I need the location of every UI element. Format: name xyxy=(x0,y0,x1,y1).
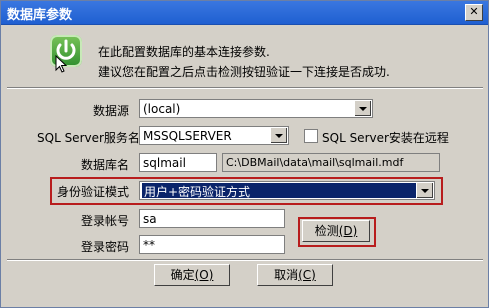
auth-value: 用户+密码验证方式 xyxy=(142,183,416,199)
auth-combo[interactable]: 用户+密码验证方式 xyxy=(139,181,435,200)
cancel-button-label: 取消 xyxy=(274,268,299,282)
close-button[interactable]: ✕ xyxy=(465,4,483,21)
remote-checkbox[interactable] xyxy=(304,129,318,143)
dbpath-value: C:\DBMail\data\mail\sqlmail.mdf xyxy=(226,156,404,169)
cancel-button[interactable]: 取消(C) xyxy=(257,264,333,286)
datasource-value: (local) xyxy=(143,102,181,116)
chevron-down-icon[interactable] xyxy=(416,183,433,198)
service-combo[interactable]: MSSQLSERVER xyxy=(139,126,289,145)
test-button-key: (D) xyxy=(338,224,358,238)
test-button[interactable]: 检测(D) xyxy=(302,220,370,242)
dbname-label: 数据库名 xyxy=(81,158,130,172)
dbname-value: sqlmail xyxy=(143,156,186,170)
ok-button-label: 确定 xyxy=(170,268,195,282)
chevron-down-icon[interactable] xyxy=(354,101,371,116)
mouse-cursor-icon xyxy=(55,55,68,73)
service-label: SQL Server服务名 xyxy=(37,131,140,145)
service-value: MSSQLSERVER xyxy=(143,129,232,143)
dbpath-field: C:\DBMail\data\mail\sqlmail.mdf xyxy=(222,153,440,172)
title-bar[interactable]: 数据库参数 ✕ xyxy=(1,1,488,25)
test-button-label: 检测 xyxy=(314,224,339,238)
header-text-line2: 建议您在配置之后点击检测按钮验证一下连接是否成功. xyxy=(98,65,390,79)
header-separator xyxy=(7,87,483,89)
login-value: sa xyxy=(143,212,157,226)
ok-button-key: (O) xyxy=(194,268,214,282)
remote-label[interactable]: SQL Server安装在远程 xyxy=(322,129,449,146)
login-input[interactable]: sa xyxy=(139,209,285,228)
header-text-line1: 在此配置数据库的基本连接参数. xyxy=(98,45,270,59)
cancel-button-key: (C) xyxy=(298,268,316,282)
ok-button[interactable]: 确定(O) xyxy=(154,264,230,286)
password-input[interactable]: ** xyxy=(139,235,285,254)
password-label: 登录密码 xyxy=(81,240,130,254)
login-label: 登录帐号 xyxy=(81,214,130,228)
dbname-input[interactable]: sqlmail xyxy=(139,153,217,172)
password-value: ** xyxy=(143,238,155,252)
dialog-window: 数据库参数 ✕ 在此配置数据库的基本连接参数. 建议您在配置之后点击检测按钮验证… xyxy=(0,0,489,308)
window-title: 数据库参数 xyxy=(7,8,73,23)
datasource-combo[interactable]: (local) xyxy=(139,99,373,118)
chevron-down-icon[interactable] xyxy=(270,128,287,143)
footer-separator xyxy=(7,259,483,261)
auth-label: 身份验证模式 xyxy=(57,185,130,199)
datasource-label: 数据源 xyxy=(93,104,130,118)
close-icon: ✕ xyxy=(469,5,479,18)
